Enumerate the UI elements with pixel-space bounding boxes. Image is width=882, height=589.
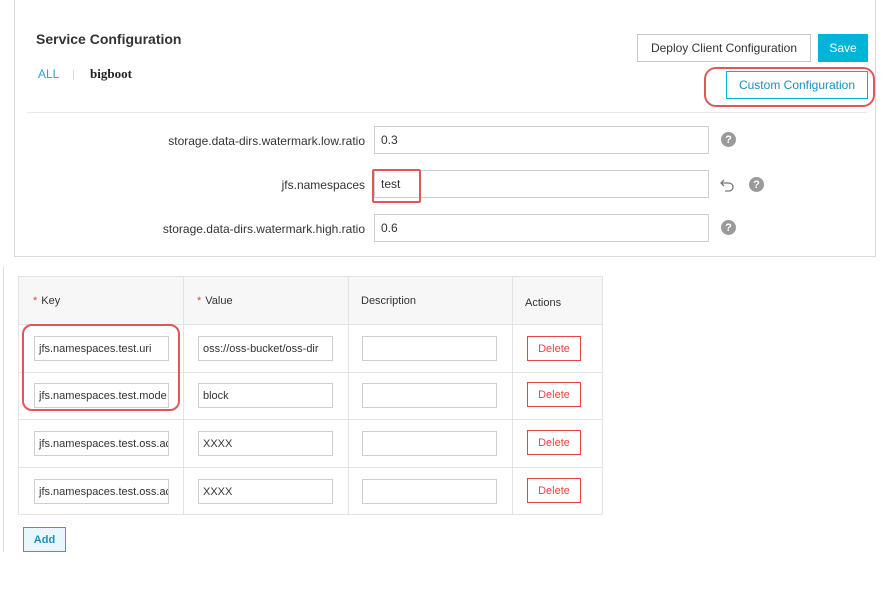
help-icon[interactable]: ? xyxy=(749,177,764,192)
config-input-low-ratio[interactable]: 0.3 xyxy=(374,126,709,154)
column-divider xyxy=(183,277,184,514)
config-label-namespaces: jfs.namespaces xyxy=(281,178,365,192)
config-input-namespaces[interactable]: test xyxy=(374,170,709,198)
deploy-client-configuration-button[interactable]: Deploy Client Configuration xyxy=(637,34,811,62)
config-label-low-ratio: storage.data-dirs.watermark.low.ratio xyxy=(168,134,365,148)
header-key: * Key xyxy=(33,295,61,307)
row-divider xyxy=(19,419,602,420)
custom-configuration-table: * Key * Value Description Actions jfs.name… xyxy=(18,276,603,515)
delete-button[interactable]: Delete xyxy=(527,478,581,503)
custom-configuration-button[interactable]: Custom Configuration xyxy=(726,71,868,99)
key-input[interactable]: jfs.namespaces.test.mode xyxy=(34,383,169,408)
key-input[interactable]: jfs.namespaces.test.oss.acc xyxy=(34,479,169,504)
config-input-high-ratio[interactable]: 0.6 xyxy=(374,214,709,242)
help-icon[interactable]: ? xyxy=(721,132,736,147)
description-input[interactable] xyxy=(362,336,497,361)
value-input[interactable]: XXXX xyxy=(198,479,333,504)
description-input[interactable] xyxy=(362,383,497,408)
value-input[interactable]: oss://oss-bucket/oss-dir xyxy=(198,336,333,361)
delete-button[interactable]: Delete xyxy=(527,336,581,361)
service-configuration-panel: Service Configuration ALL bigboot Deploy… xyxy=(14,0,876,257)
left-border xyxy=(3,266,4,552)
tab-divider xyxy=(73,70,74,80)
row-divider xyxy=(19,467,602,468)
column-divider xyxy=(348,277,349,514)
header-description: Description xyxy=(361,295,417,307)
description-input[interactable] xyxy=(362,479,497,504)
delete-button[interactable]: Delete xyxy=(527,382,581,407)
page-title: Service Configuration xyxy=(36,31,182,47)
divider xyxy=(27,112,867,113)
table-header: * Key * Value Description Actions xyxy=(19,277,602,325)
key-input[interactable]: jfs.namespaces.test.oss.acc xyxy=(34,431,169,456)
value-input[interactable]: XXXX xyxy=(198,431,333,456)
key-input[interactable]: jfs.namespaces.test.uri xyxy=(34,336,169,361)
value-input[interactable]: block xyxy=(198,383,333,408)
config-label-high-ratio: storage.data-dirs.watermark.high.ratio xyxy=(162,222,365,236)
delete-button[interactable]: Delete xyxy=(527,430,581,455)
tab-all[interactable]: ALL xyxy=(38,67,59,81)
undo-icon[interactable] xyxy=(719,176,735,192)
tab-bigboot[interactable]: bigboot xyxy=(90,66,132,82)
add-row-button[interactable]: Add xyxy=(23,527,66,552)
header-actions: Actions xyxy=(525,297,562,309)
row-divider xyxy=(19,372,602,373)
header-value: * Value xyxy=(197,295,233,307)
description-input[interactable] xyxy=(362,431,497,456)
column-divider xyxy=(512,277,513,514)
save-button[interactable]: Save xyxy=(818,34,868,62)
help-icon[interactable]: ? xyxy=(721,220,736,235)
